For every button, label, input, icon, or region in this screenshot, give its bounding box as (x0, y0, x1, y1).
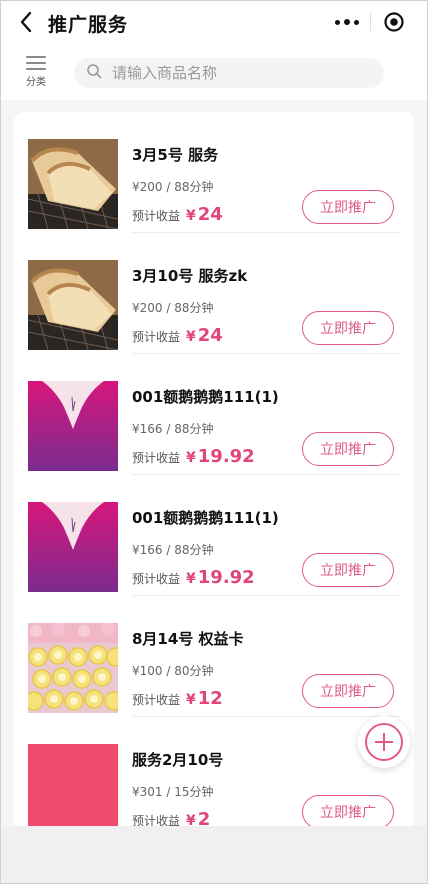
currency-symbol: ¥ (186, 692, 196, 708)
list-item: 3月5号 服务 ¥200 / 88分钟 预计收益 ¥ 24 立即推广 (14, 112, 414, 233)
earning-amount: 19.92 (197, 567, 255, 588)
expected-earning: 预计收益 ¥ 24 (132, 204, 223, 225)
earning-amount: 12 (197, 688, 223, 709)
product-price: ¥166 / 88分钟 (132, 543, 214, 557)
product-name: 8月14号 权益卡 (132, 630, 244, 648)
magenta-graphic-thumbnail (28, 502, 118, 592)
product-name: 服务2月10号 (132, 751, 224, 769)
more-dots-icon[interactable] (324, 6, 370, 38)
product-price: ¥200 / 88分钟 (132, 180, 214, 194)
category-label: 分类 (26, 77, 46, 88)
product-name: 3月10号 服务zk (132, 267, 248, 285)
earning-label: 预计收益 (132, 330, 181, 344)
promote-button[interactable]: 立即推广 (302, 674, 394, 708)
earning-amount: 24 (197, 204, 223, 225)
earning-label: 预计收益 (132, 451, 181, 465)
search-icon (86, 63, 102, 83)
list-icon (26, 56, 46, 74)
magenta-graphic-thumbnail (28, 381, 118, 471)
list-item: 001额鹅鹅鹅111(1) ¥166 / 88分钟 预计收益 ¥ 19.92 立… (14, 354, 414, 475)
search-row: 分类 (0, 46, 428, 100)
promote-button[interactable]: 立即推广 (302, 553, 394, 587)
expected-earning: 预计收益 ¥ 19.92 (132, 567, 255, 588)
nav-bar: 推广服务 (0, 0, 428, 46)
list-item: 001额鹅鹅鹅111(1) ¥166 / 88分钟 预计收益 ¥ 19.92 立… (14, 475, 414, 596)
category-button[interactable]: 分类 (20, 54, 52, 94)
earning-label: 预计收益 (132, 572, 181, 586)
promote-button[interactable]: 立即推广 (302, 311, 394, 345)
mini-program-capsule (324, 6, 416, 38)
promote-button[interactable]: 立即推广 (302, 432, 394, 466)
product-price: ¥100 / 80分钟 (132, 664, 214, 678)
expected-earning: 预计收益 ¥ 19.92 (132, 446, 255, 467)
promote-button[interactable]: 立即推广 (302, 795, 394, 829)
list-item: 3月10号 服务zk ¥200 / 88分钟 预计收益 ¥ 24 立即推广 (14, 233, 414, 354)
list-item: 8月14号 权益卡 ¥100 / 80分钟 预计收益 ¥ 12 立即推广 (14, 596, 414, 717)
product-name: 3月5号 服务 (132, 146, 219, 164)
bread-thumbnail (28, 139, 118, 229)
product-list: 3月5号 服务 ¥200 / 88分钟 预计收益 ¥ 24 立即推广 3月10号… (14, 112, 414, 832)
close-target-icon[interactable] (371, 6, 416, 38)
earning-amount: 19.92 (197, 446, 255, 467)
promote-button[interactable]: 立即推广 (302, 190, 394, 224)
earning-label: 预计收益 (132, 693, 181, 707)
product-name: 001额鹅鹅鹅111(1) (132, 388, 279, 406)
earning-amount: 24 (197, 325, 223, 346)
list-item: 服务2月10号 ¥301 / 15分钟 预计收益 ¥ 2 立即推广 (14, 717, 414, 832)
search-box[interactable] (74, 58, 384, 88)
bread-thumbnail (28, 260, 118, 350)
product-price: ¥166 / 88分钟 (132, 422, 214, 436)
currency-symbol: ¥ (186, 450, 196, 466)
bottom-bar (0, 826, 428, 884)
expected-earning: 预计收益 ¥ 24 (132, 325, 223, 346)
plus-icon (365, 723, 403, 761)
page-title: 推广服务 (48, 14, 129, 36)
earning-label: 预计收益 (132, 209, 181, 223)
currency-symbol: ¥ (186, 329, 196, 345)
pink-square-thumbnail (28, 744, 118, 832)
currency-symbol: ¥ (186, 208, 196, 224)
product-price: ¥200 / 88分钟 (132, 301, 214, 315)
currency-symbol: ¥ (186, 571, 196, 587)
product-price: ¥301 / 15分钟 (132, 785, 214, 799)
lemon-cakes-thumbnail (28, 623, 118, 713)
add-button[interactable] (358, 716, 410, 768)
expected-earning: 预计收益 ¥ 12 (132, 688, 223, 709)
product-name: 001额鹅鹅鹅111(1) (132, 509, 279, 527)
back-arrow-icon[interactable] (14, 10, 38, 34)
search-input[interactable] (112, 64, 362, 82)
